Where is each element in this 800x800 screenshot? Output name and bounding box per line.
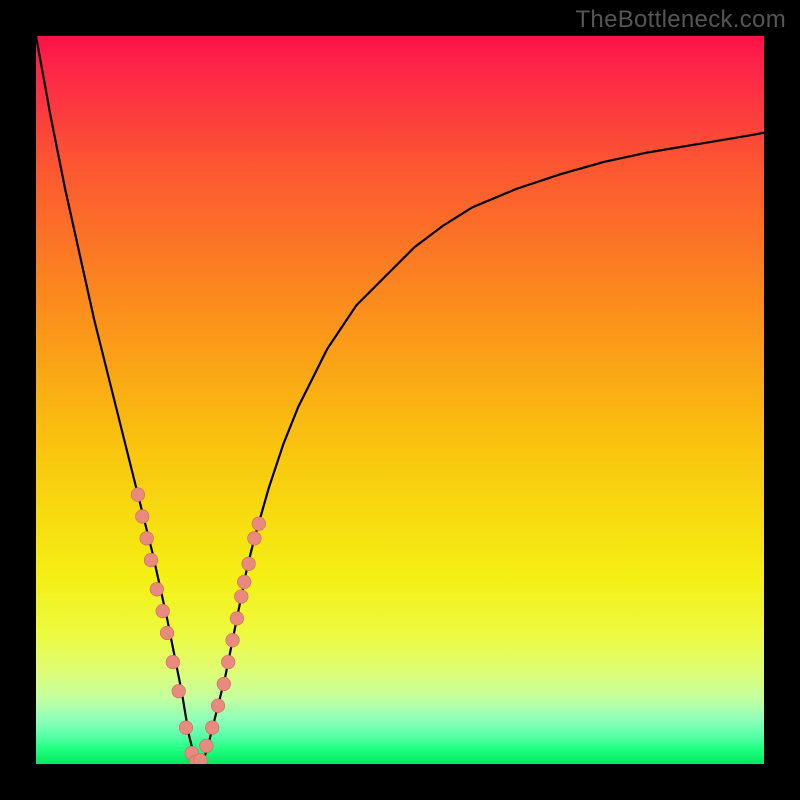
- dot: [235, 590, 249, 604]
- chart-svg: [36, 36, 764, 764]
- dot: [200, 739, 214, 753]
- dot: [226, 633, 240, 647]
- dot: [194, 754, 208, 764]
- dot: [156, 604, 170, 618]
- plot-area: [36, 36, 764, 764]
- dot: [172, 684, 186, 698]
- dot: [166, 655, 180, 669]
- watermark-text: TheBottleneck.com: [575, 6, 786, 34]
- dot: [237, 575, 251, 589]
- dot: [242, 557, 256, 571]
- dot: [217, 677, 231, 691]
- outer-frame: TheBottleneck.com: [0, 0, 800, 800]
- dot: [150, 582, 164, 596]
- dot: [179, 721, 193, 735]
- bottleneck-curve: [36, 36, 764, 763]
- dot: [135, 510, 149, 524]
- dot: [221, 655, 235, 669]
- dot: [205, 721, 219, 735]
- dot: [144, 553, 158, 567]
- dot: [160, 626, 174, 640]
- dot: [211, 699, 225, 713]
- dot: [230, 612, 244, 626]
- dot: [248, 532, 262, 546]
- dot: [252, 517, 266, 531]
- sample-dots: [131, 488, 265, 764]
- dot: [140, 532, 154, 546]
- dot: [131, 488, 145, 502]
